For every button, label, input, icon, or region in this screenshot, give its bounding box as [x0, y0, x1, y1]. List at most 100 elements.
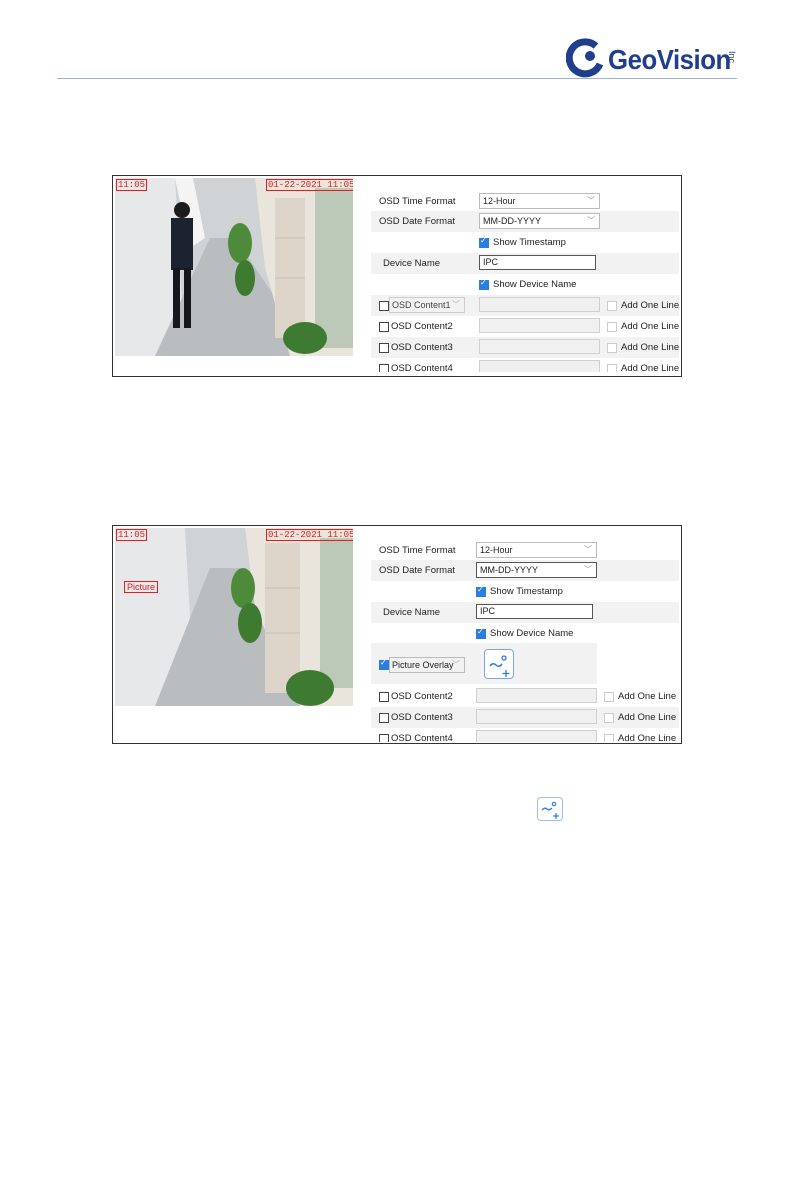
date-format-value: MM-DD-YYYY: [480, 565, 538, 575]
add-one-line2-checkbox[interactable]: [607, 322, 617, 332]
add-one-line2-label: Add One Line: [621, 321, 680, 332]
osd-settings-panel-1: 11:05 01-22-2021 11:05:14 OSD Time Forma…: [112, 175, 682, 377]
osd-content1-input[interactable]: [479, 297, 600, 312]
show-device-name-checkbox[interactable]: [479, 278, 489, 290]
date-format-label: OSD Date Format: [379, 565, 456, 576]
add-one-line1-checkbox[interactable]: [607, 301, 617, 311]
osd-content4-label: OSD Content4: [391, 733, 453, 742]
brand-name: GeoVision: [608, 44, 731, 75]
osd-content3-input[interactable]: [476, 709, 597, 724]
date-format-row: OSD Date Format MM-DD-YYYY ﹀: [371, 211, 679, 232]
osd-content4-label: OSD Content4: [391, 363, 453, 372]
osd-content2-checkbox[interactable]: [379, 692, 389, 702]
osd-content3-label: OSD Content3: [391, 712, 453, 723]
show-timestamp-label: Show Timestamp: [490, 586, 563, 597]
osd-content3-checkbox[interactable]: [379, 343, 389, 353]
osd-content1-value: OSD Content1: [392, 300, 451, 310]
show-timestamp-checkbox[interactable]: [479, 236, 489, 248]
add-one-line2-checkbox[interactable]: [604, 692, 614, 702]
show-timestamp-checkbox[interactable]: [476, 585, 486, 597]
osd-content3-row: OSD Content3 Add One Line: [371, 707, 679, 728]
show-device-name-checkbox[interactable]: [476, 627, 486, 639]
device-name-value: IPC: [483, 257, 499, 267]
osd-content4-row: OSD Content4 Add One Line: [371, 358, 679, 372]
picture-overlay-checkbox[interactable]: [379, 658, 389, 670]
corridor-scene-image: [115, 528, 353, 706]
device-name-input[interactable]: IPC: [476, 604, 593, 619]
osd-content2-row: OSD Content2 Add One Line: [371, 316, 679, 337]
time-format-value: 12-Hour: [483, 196, 516, 206]
date-format-label: OSD Date Format: [379, 216, 456, 227]
video-preview: 11:05 01-22-2021 11:05:22 Picture: [115, 528, 353, 706]
osd-settings-panel-2: 11:05 01-22-2021 11:05:22 Picture OSD Ti…: [112, 525, 682, 744]
device-name-row: Device Name IPC: [371, 253, 679, 274]
osd-content1-select[interactable]: OSD Content1 ﹀: [389, 297, 465, 313]
osd-content4-row: OSD Content4 Add One Line: [371, 728, 679, 742]
osd-content2-input[interactable]: [476, 688, 597, 703]
time-format-row: OSD Time Format 12-Hour ﹀: [371, 191, 679, 212]
device-name-value: IPC: [480, 606, 496, 616]
osd-content3-checkbox[interactable]: [379, 713, 389, 723]
add-one-line3-label: Add One Line: [621, 342, 680, 353]
show-timestamp-row: Show Timestamp: [371, 232, 679, 253]
add-one-line4-label: Add One Line: [618, 733, 677, 742]
date-format-value: MM-DD-YYYY: [483, 216, 541, 226]
image-add-icon[interactable]: [484, 649, 514, 679]
geovision-swoosh-icon: [566, 38, 604, 78]
device-name-label: Device Name: [383, 607, 441, 618]
video-preview: 11:05 01-22-2021 11:05:14: [115, 178, 353, 356]
time-format-row: OSD Time Format 12-Hour ﹀: [371, 540, 679, 561]
chevron-down-icon: ﹀: [584, 565, 592, 574]
show-device-name-label: Show Device Name: [490, 628, 574, 639]
add-one-line4-checkbox[interactable]: [604, 734, 614, 742]
add-one-line3-checkbox[interactable]: [604, 713, 614, 723]
osd-content3-label: OSD Content3: [391, 342, 453, 353]
image-add-icon: [537, 797, 563, 821]
brand-suffix: Inc: [727, 50, 738, 64]
add-one-line3-label: Add One Line: [618, 712, 677, 723]
osd-content4-checkbox[interactable]: [379, 734, 389, 742]
device-name-label: Device Name: [383, 258, 441, 269]
osd-content2-label: OSD Content2: [391, 321, 453, 332]
picture-overlay-row: Picture Overlay﹀: [371, 643, 597, 684]
show-timestamp-row: Show Timestamp: [371, 581, 679, 602]
osd-content3-input[interactable]: [479, 339, 600, 354]
chevron-down-icon: ﹀: [587, 216, 595, 225]
corridor-scene-image: [115, 178, 353, 356]
date-format-select[interactable]: MM-DD-YYYY ﹀: [479, 213, 600, 229]
chevron-down-icon: ﹀: [584, 545, 592, 554]
add-one-line2-label: Add One Line: [618, 691, 677, 702]
show-device-name-row: Show Device Name: [371, 623, 679, 644]
osd-content4-input[interactable]: [479, 360, 600, 372]
osd-content4-input[interactable]: [476, 730, 597, 742]
osd-content1-row: OSD Content1 ﹀ Add One Line: [371, 295, 679, 316]
show-device-name-row: Show Device Name: [371, 274, 679, 295]
add-one-line3-checkbox[interactable]: [607, 343, 617, 353]
time-format-label: OSD Time Format: [379, 545, 456, 556]
osd-content1-checkbox[interactable]: [379, 301, 389, 311]
chevron-down-icon: ﹀: [452, 300, 460, 309]
add-one-line4-checkbox[interactable]: [607, 364, 617, 372]
picture-overlay-select[interactable]: Picture Overlay ﹀: [389, 657, 465, 673]
osd-content4-checkbox[interactable]: [379, 364, 389, 372]
picture-overlay-value: Picture Overlay: [392, 660, 454, 670]
osd-content2-row: OSD Content2 Add One Line: [371, 686, 679, 707]
osd-content2-input[interactable]: [479, 318, 600, 333]
device-name-row: Device Name IPC: [371, 602, 679, 623]
osd-date-label: 01-22-2021 11:05:22: [266, 529, 353, 541]
date-format-row: OSD Date Format MM-DD-YYYY ﹀: [371, 560, 679, 581]
osd-time-label: 11:05: [116, 179, 148, 191]
time-format-value: 12-Hour: [480, 545, 513, 555]
osd-time-label: 11:05: [116, 529, 148, 541]
time-format-select[interactable]: 12-Hour ﹀: [479, 193, 600, 209]
time-format-select[interactable]: 12-Hour ﹀: [476, 542, 597, 558]
chevron-down-icon: ﹀: [587, 196, 595, 205]
osd-date-label: 01-22-2021 11:05:14: [266, 179, 353, 191]
osd-content2-checkbox[interactable]: [379, 322, 389, 332]
show-device-name-label: Show Device Name: [493, 279, 577, 290]
osd-picture-label: Picture: [124, 581, 159, 593]
chevron-down-icon: ﹀: [452, 660, 460, 669]
osd-content2-label: OSD Content2: [391, 691, 453, 702]
device-name-input[interactable]: IPC: [479, 255, 596, 270]
date-format-select[interactable]: MM-DD-YYYY ﹀: [476, 562, 597, 578]
